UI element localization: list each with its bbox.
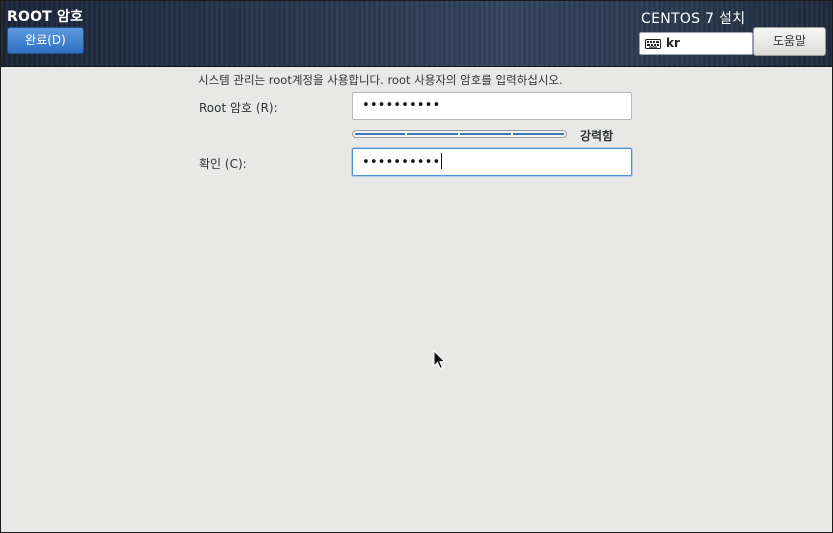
installer-window: ROOT 암호 완료(D) CENTOS 7 설치 kr 도움말 시스템 관리는… [0,0,833,533]
password-strength-label: 강력함 [580,129,614,143]
mouse-pointer-icon [433,350,447,370]
confirm-password-label: 확인 (C): [199,157,247,171]
keyboard-layout-indicator[interactable]: kr [639,32,753,55]
spoke-title: ROOT 암호 [7,9,84,25]
install-title: CENTOS 7 설치 [641,11,746,27]
intro-text: 시스템 관리는 root계정을 사용합니다. root 사용자의 암호를 입력하… [198,73,563,87]
password-strength-bar [352,130,567,138]
done-button[interactable]: 완료(D) [7,27,84,54]
text-caret [441,153,443,169]
help-button[interactable]: 도움말 [753,27,826,56]
strength-segment-gap [405,131,407,137]
confirm-password-input[interactable]: •••••••••• [352,148,632,176]
root-password-input[interactable]: •••••••••• [352,92,632,120]
strength-segment-gap [511,131,513,137]
keyboard-layout-label: kr [666,36,680,50]
root-password-value: •••••••••• [362,98,441,113]
spoke-header: ROOT 암호 완료(D) CENTOS 7 설치 kr 도움말 [1,1,832,67]
root-password-label: Root 암호 (R): [199,101,278,115]
strength-segment-gap [458,131,460,137]
keyboard-icon [645,39,661,49]
confirm-password-value: •••••••••• [362,153,443,170]
